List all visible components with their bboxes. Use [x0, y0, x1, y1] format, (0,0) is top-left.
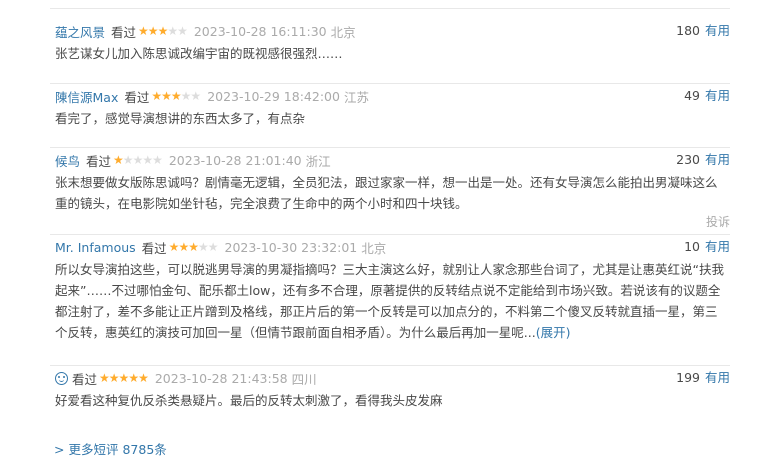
comment-time: 2023-10-28 21:43:58: [154, 370, 288, 386]
comment-item: Mr. Infamous 看过 ★★★★★ 2023-10-30 23:32:0…: [50, 235, 730, 366]
star-filled-icon: ★: [118, 371, 130, 385]
watch-status: 看过: [124, 89, 150, 105]
more-comments-link[interactable]: > 更多短评 8785条: [54, 439, 167, 458]
star-empty-icon: ★: [132, 153, 144, 167]
watch-status: 看过: [141, 240, 167, 256]
comment-meta: 候鸟 看过 ★★★★★ 2023-10-28 21:01:40 浙江: [50, 148, 730, 172]
top-divider: [50, 8, 730, 9]
comment-time: 2023-10-29 18:42:00: [207, 88, 340, 104]
comment-location: 北京: [330, 24, 356, 40]
rating-stars: ★★★★★: [168, 240, 219, 254]
comment-item: 候鸟 看过 ★★★★★ 2023-10-28 21:01:40 浙江 230 有用…: [50, 148, 730, 235]
star-empty-icon: ★: [197, 240, 209, 254]
comment-item: 看过 ★★★★★ 2023-10-28 21:43:58 四川 199 有用 好爱…: [50, 366, 730, 418]
vote-count: 180: [676, 23, 700, 38]
comment-location: 四川: [291, 371, 317, 387]
star-filled-icon: ★: [178, 240, 189, 254]
comment-meta: 蕴之风景 看过 ★★★★★ 2023-10-28 16:11:30 北京: [50, 19, 730, 43]
comment-user-link[interactable]: 蕴之风景: [55, 22, 105, 41]
star-filled-icon: ★: [188, 240, 199, 254]
star-empty-icon: ★: [122, 153, 134, 167]
comment-item: 陳信源Max 看过 ★★★★★ 2023-10-29 18:42:00 江苏 4…: [50, 84, 730, 148]
watch-status: 看过: [111, 24, 137, 40]
star-empty-icon: ★: [180, 89, 192, 103]
report-button[interactable]: 投诉: [706, 213, 730, 230]
comment-user-link[interactable]: 候鸟: [55, 151, 80, 170]
useful-button[interactable]: 有用: [705, 370, 730, 385]
comment-text: 张艺谋女儿加入陈思诚改编宇宙的既视感很强烈……: [55, 46, 343, 61]
comment-time: 2023-10-30 23:32:01: [224, 239, 358, 255]
star-empty-icon: ★: [190, 89, 201, 103]
star-filled-icon: ★: [151, 89, 162, 103]
rating-stars: ★★★★★: [99, 371, 149, 385]
comment-text: 看完了，感觉导演想讲的东西太多了，有点杂: [55, 111, 306, 126]
comment-user-link[interactable]: Mr. Infamous: [55, 240, 136, 255]
comment-text: 所以女导演拍这些，可以脱逃男导演的男凝指摘吗？三大主演这么好，就别让人家念那些台…: [55, 259, 728, 343]
rating-stars: ★★★★★: [151, 89, 201, 103]
star-filled-icon: ★: [161, 89, 172, 103]
more-comments-label: 更多短评 8785条: [68, 442, 167, 457]
rating-stars: ★★★★★: [113, 153, 163, 167]
watch-status: 看过: [72, 371, 98, 387]
vote-count: 10: [684, 239, 700, 254]
vote-area: 180 有用: [676, 19, 730, 43]
comment-location: 江苏: [343, 89, 369, 105]
comment-meta: Mr. Infamous 看过 ★★★★★ 2023-10-30 23:32:0…: [50, 235, 730, 259]
vote-area: 230 有用: [676, 148, 730, 172]
watch-status: 看过: [86, 153, 112, 169]
vote-count: 199: [676, 370, 700, 385]
comment-meta: 看过 ★★★★★ 2023-10-28 21:43:58 四川: [50, 366, 730, 390]
user-avatar-icon[interactable]: [55, 371, 68, 385]
star-filled-icon: ★: [170, 89, 182, 103]
comment-text: 张末想要做女版陈思诚吗？剧情毫无逻辑，全员犯法，跟过家家一样，想一出是一处。还有…: [55, 175, 718, 211]
star-filled-icon: ★: [108, 371, 120, 385]
comment-user-link[interactable]: 陳信源Max: [55, 87, 118, 106]
comment-time: 2023-10-28 21:01:40: [168, 152, 302, 168]
useful-button[interactable]: 有用: [705, 88, 730, 103]
star-filled-icon: ★: [128, 371, 139, 385]
star-filled-icon: ★: [99, 371, 110, 385]
comment-meta: 陳信源Max 看过 ★★★★★ 2023-10-29 18:42:00 江苏: [50, 84, 730, 108]
vote-area: 10 有用: [684, 235, 730, 259]
comment-location: 浙江: [305, 153, 331, 169]
star-empty-icon: ★: [207, 240, 219, 254]
vote-count: 49: [684, 88, 700, 103]
comment-item: 蕴之风景 看过 ★★★★★ 2023-10-28 16:11:30 北京 180…: [50, 19, 730, 84]
useful-button[interactable]: 有用: [705, 239, 730, 254]
chevron-right-icon: >: [54, 442, 65, 457]
vote-area: 199 有用: [676, 366, 730, 390]
useful-button[interactable]: 有用: [705, 152, 730, 167]
comment-text-body: 所以女导演拍这些，可以脱逃男导演的男凝指摘吗？三大主演这么好，就别让人家念那些台…: [55, 262, 724, 340]
comment-location: 北京: [361, 240, 387, 256]
expand-link[interactable]: (展开): [536, 325, 571, 340]
star-empty-icon: ★: [142, 153, 153, 167]
star-filled-icon: ★: [138, 371, 149, 385]
useful-button[interactable]: 有用: [705, 23, 730, 38]
star-filled-icon: ★: [147, 24, 159, 38]
star-filled-icon: ★: [113, 153, 124, 167]
comment-time: 2023-10-28 16:11:30: [193, 23, 327, 39]
star-empty-icon: ★: [167, 24, 178, 38]
vote-area: 49 有用: [684, 84, 730, 108]
star-filled-icon: ★: [138, 24, 149, 38]
star-filled-icon: ★: [157, 24, 169, 38]
comment-text: 好爱看这种复仇反杀类悬疑片。最后的反转太刺激了，看得我头皮发麻: [55, 393, 443, 408]
vote-count: 230: [676, 152, 700, 167]
star-empty-icon: ★: [152, 153, 163, 167]
rating-stars: ★★★★★: [138, 24, 188, 38]
star-empty-icon: ★: [177, 24, 188, 38]
star-filled-icon: ★: [168, 240, 180, 254]
comment-list: 蕴之风景 看过 ★★★★★ 2023-10-28 16:11:30 北京 180…: [50, 19, 730, 418]
